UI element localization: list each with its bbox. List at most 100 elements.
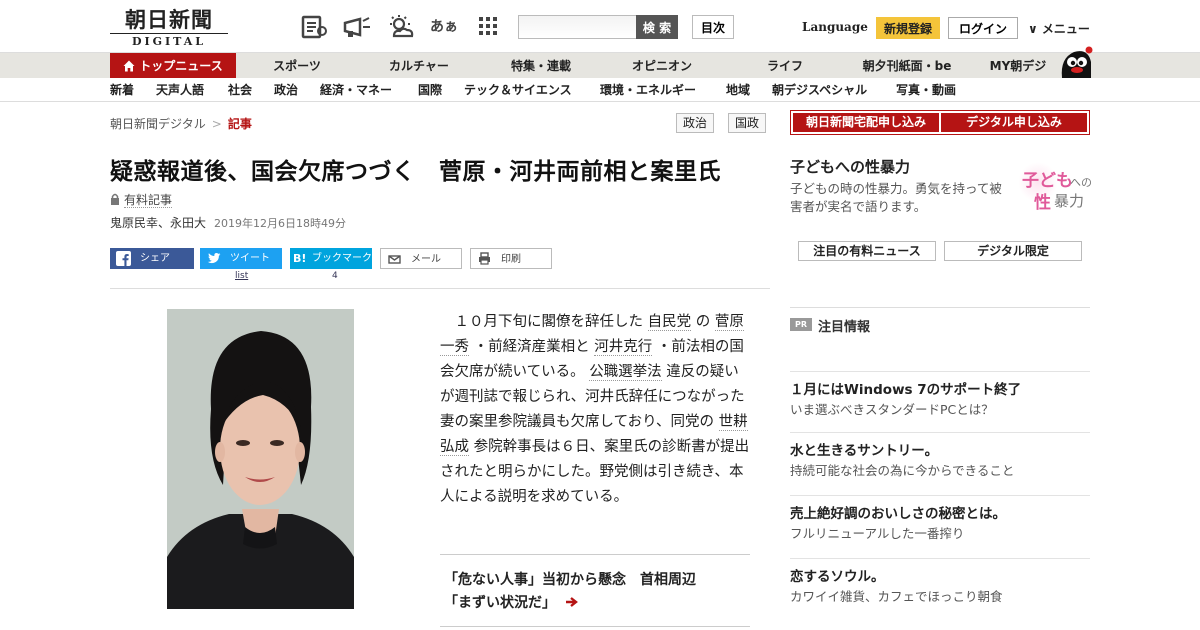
nav-my-asahi[interactable]: MY朝デジ [980, 53, 1056, 79]
login-button[interactable]: ログイン [948, 17, 1018, 39]
site-logo[interactable]: 朝日新聞 DIGITAL [110, 8, 228, 48]
twitter-share-count[interactable]: list [235, 271, 248, 281]
nav-international[interactable]: 国際 [418, 78, 442, 102]
article-authors: 鬼原民幸、永田大 [110, 216, 207, 230]
related-article-title-line2: 「まずい状況だ」 [444, 595, 556, 611]
primary-nav: トップニュース スポーツ カルチャー 特集・連載 オピニオン ライフ 朝夕刊紙面… [0, 52, 1200, 79]
paid-article-label[interactable]: 有料記事 [124, 193, 173, 208]
pr-item[interactable]: 水と生きるサントリー。 持続可能な社会の為に今からできること [790, 432, 1090, 481]
index-button[interactable]: 目次 [692, 15, 734, 39]
pr-item-desc: フルリニューアルした一番搾り [790, 526, 965, 541]
subscribe-digital-button[interactable]: デジタル申し込み [941, 113, 1087, 132]
nav-photo-video[interactable]: 写真・動画 [896, 78, 956, 102]
article-date: 2019年12月6日18時49分 [214, 217, 346, 230]
twitter-share-button[interactable]: ツイート [200, 248, 282, 269]
newspaper-icon[interactable] [300, 14, 328, 40]
promo-title[interactable]: 子どもへの性暴力 [790, 156, 910, 177]
print-button[interactable]: 印刷 [470, 248, 552, 269]
logo-digital: DIGITAL [110, 33, 228, 48]
pr-item[interactable]: 恋するソウル。 カワイイ雑貨、カフェでほっこり朝食 [790, 558, 1090, 607]
language-link[interactable]: Language [802, 20, 868, 34]
keyword-link[interactable]: 河井克行 [594, 339, 653, 356]
pr-item-title: １月にはWindows 7のサポート終了 [790, 382, 1022, 398]
divider [110, 288, 770, 289]
paid-article-badge: 有料記事 [110, 191, 173, 208]
tag-national-politics[interactable]: 国政 [728, 113, 767, 133]
hatena-bookmark-label: ブックマーク [312, 253, 372, 264]
subscribe-box: 朝日新聞宅配申し込み デジタル申し込み [790, 110, 1090, 135]
tag-politics[interactable]: 政治 [676, 113, 715, 133]
pr-item-title: 水と生きるサントリー。 [790, 443, 939, 459]
subscribe-paper-button[interactable]: 朝日新聞宅配申し込み [793, 113, 939, 132]
paid-news-button[interactable]: 注目の有料ニュース [798, 241, 936, 261]
mascot-icon[interactable] [1058, 44, 1094, 80]
mail-icon [387, 251, 402, 266]
mail-share-label: メール [411, 254, 441, 265]
pr-badge: PR [790, 318, 812, 331]
nav-opinion[interactable]: オピニオン [622, 53, 702, 79]
pr-item-desc: 持続可能な社会の為に今からできること [790, 463, 1015, 478]
nav-special[interactable]: 朝デジスペシャル [772, 78, 867, 102]
body-text: ・前経済産業相と [469, 339, 595, 355]
pr-item[interactable]: １月にはWindows 7のサポート終了 いま選ぶべきスタンダードPCとは？ [790, 371, 1090, 420]
related-article-title-line1: 「危ない人事」当初から懸念 首相周辺 [444, 572, 696, 588]
breadcrumb-current: 記事 [227, 117, 252, 131]
nav-environment[interactable]: 環境・エネルギー [600, 78, 696, 102]
breadcrumb-separator: > [211, 117, 222, 131]
nav-features[interactable]: 特集・連載 [496, 53, 586, 79]
search-button[interactable]: 検 索 [636, 15, 678, 39]
weather-icon[interactable] [386, 14, 414, 40]
facebook-share-button[interactable]: シェア [110, 248, 194, 269]
body-text: 参院幹事長は６日、案里氏の診断書が提出されたと明らかにした。野党側は引き続き、本… [440, 439, 750, 505]
logo-kanji: 朝日新聞 [125, 7, 213, 32]
twitter-share-label: ツイート [230, 253, 270, 264]
search-input[interactable] [518, 15, 636, 39]
keyword-link[interactable]: 公職選挙法 [589, 364, 662, 381]
signup-button[interactable]: 新規登録 [876, 17, 940, 39]
megaphone-icon[interactable] [342, 14, 370, 40]
nav-society[interactable]: 社会 [228, 78, 252, 102]
arrow-right-icon [565, 594, 579, 617]
body-text: １０月下旬に閣僚を辞任した [440, 314, 648, 330]
pr-item-desc: いま選ぶべきスタンダードPCとは？ [790, 402, 994, 417]
related-article-link[interactable]: 「危ない人事」当初から懸念 首相周辺 「まずい状況だ」 [444, 569, 754, 617]
nav-region[interactable]: 地域 [726, 78, 750, 102]
font-size-icon[interactable]: あぁ [430, 14, 458, 40]
hatena-bookmark-button[interactable]: B! ブックマーク [290, 248, 372, 269]
nav-newspaper[interactable]: 朝夕刊紙面・be [852, 53, 962, 79]
nav-life[interactable]: ライフ [752, 53, 818, 79]
hatena-icon: B! [293, 252, 307, 265]
print-label: 印刷 [501, 254, 521, 265]
promo-logo-no: への [1070, 176, 1092, 189]
nav-culture[interactable]: カルチャー [378, 53, 460, 79]
pr-item[interactable]: 売上絶好調のおいしさの秘密とは。 フルリニューアルした一番搾り [790, 495, 1090, 544]
menu-button[interactable]: ∨ メニュー [1028, 20, 1090, 37]
mail-share-button[interactable]: メール [380, 248, 462, 269]
promo-logo-bouryoku: 暴力 [1054, 192, 1085, 210]
nav-economy[interactable]: 経済・マネー [320, 78, 392, 102]
lock-icon [110, 193, 120, 208]
nav-tensei-jingo[interactable]: 天声人語 [156, 78, 204, 102]
article-photo[interactable] [167, 309, 354, 609]
pr-item-title: 恋するソウル。 [790, 569, 885, 585]
pr-heading: 注目情報 [818, 320, 871, 335]
promo-text: 子どもの時の性暴力。勇気を持って被害者が実名で語ります。 [790, 181, 1002, 214]
site-header: 朝日新聞 DIGITAL あぁ 検 索 目次 Language 新規登録 ログイ… [0, 0, 1200, 52]
nav-tech-science[interactable]: テック＆サイエンス [464, 78, 572, 102]
promo-logo[interactable]: 子ども への 性 暴力 [1012, 160, 1092, 216]
digital-only-button[interactable]: デジタル限定 [944, 241, 1082, 261]
keyword-link[interactable]: 自民党 [647, 314, 692, 331]
nav-top-news-label: トップニュース [139, 59, 223, 73]
nav-politics[interactable]: 政治 [274, 78, 298, 102]
pr-item-title: 売上絶好調のおいしさの秘密とは。 [790, 506, 1006, 522]
printer-icon [477, 251, 492, 266]
breadcrumb-home[interactable]: 朝日新聞デジタル [110, 117, 206, 131]
divider [440, 626, 750, 627]
grid-menu-icon[interactable] [478, 14, 506, 40]
nav-sports[interactable]: スポーツ [262, 53, 332, 79]
twitter-icon [206, 251, 221, 266]
nav-top-news[interactable]: トップニュース [110, 53, 236, 79]
secondary-nav: 新着 天声人語 社会 政治 経済・マネー 国際 テック＆サイエンス 環境・エネル… [0, 78, 1200, 102]
nav-latest[interactable]: 新着 [110, 78, 134, 102]
facebook-share-label: シェア [140, 253, 170, 264]
